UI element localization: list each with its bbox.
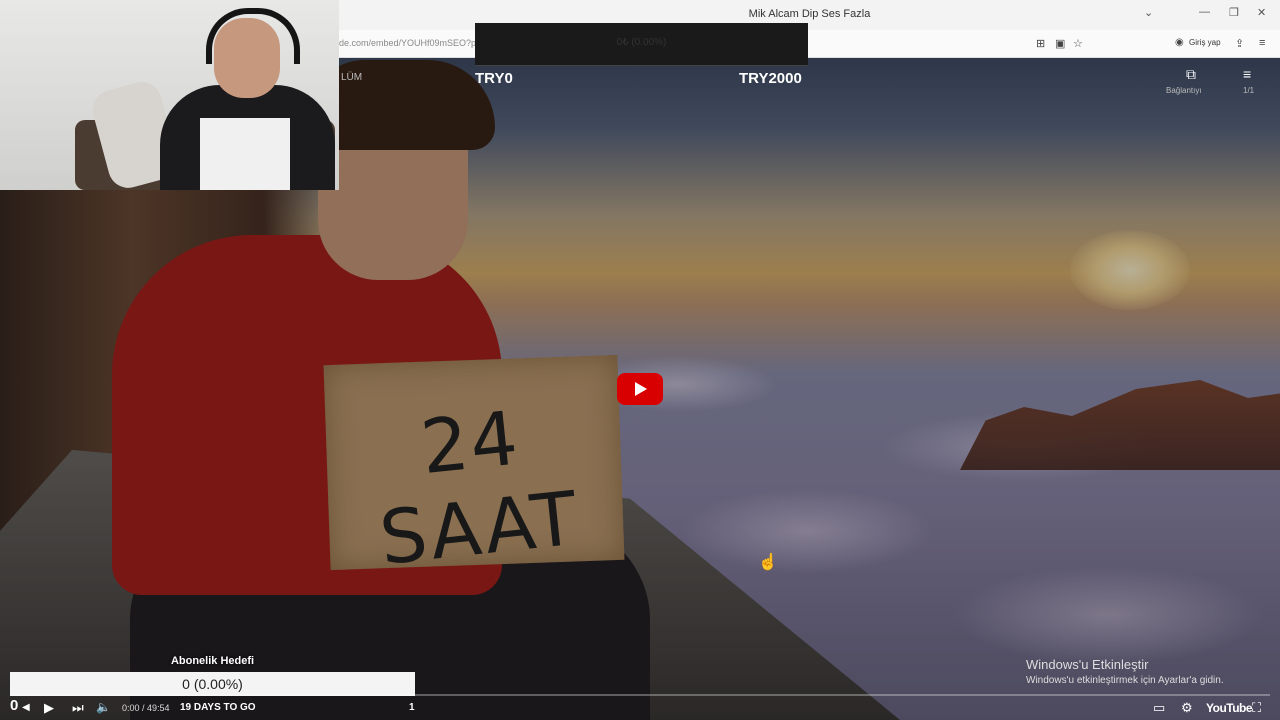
maximize-button[interactable]: ❐: [1229, 6, 1239, 19]
hand-cursor-icon: ☝: [758, 554, 778, 571]
goal-range-max: TRY2000: [739, 70, 802, 87]
star-icon[interactable]: ☆: [1073, 37, 1083, 50]
profile-icon[interactable]: ◉: [1175, 37, 1184, 48]
prev-icon[interactable]: ◀: [22, 702, 30, 713]
subscription-goal-value: 0 (0.00%): [182, 676, 243, 692]
dropdown-icon[interactable]: ⌄: [1144, 6, 1153, 19]
url-text[interactable]: de.com/embed/YOUHf09mSEO?p: [339, 38, 476, 48]
windows-activation-watermark: Windows'u Etkinleştir Windows'u etkinleş…: [1026, 657, 1224, 686]
playlist-icon[interactable]: ≡: [1243, 66, 1251, 82]
translate-icon[interactable]: ⊞: [1036, 37, 1045, 50]
webcam-overlay: [0, 0, 339, 190]
copy-link-icon[interactable]: ⧉: [1186, 66, 1196, 83]
video-title-fragment: LÜM: [341, 72, 363, 83]
headset-icon: [206, 8, 300, 64]
login-link[interactable]: Giriş yap: [1189, 38, 1221, 47]
reader-icon[interactable]: ▣: [1055, 37, 1065, 50]
countdown-text: 19 DAYS TO GO: [180, 702, 256, 713]
play-icon[interactable]: ▶: [44, 700, 54, 716]
activation-subtitle: Windows'u etkinleştirmek için Ayarlar'a …: [1026, 675, 1224, 686]
donation-goal-value: 0₺ (0.00%): [616, 37, 667, 48]
goal-range-min: TRY0: [475, 70, 513, 87]
next-icon[interactable]: ⏭: [72, 700, 84, 716]
settings-icon[interactable]: ⚙: [1181, 700, 1193, 716]
donation-goal-bar: 0₺ (0.00%): [475, 23, 808, 66]
volume-icon[interactable]: 🔈: [96, 700, 111, 714]
subtitles-icon[interactable]: ▭: [1153, 700, 1165, 716]
left-counter: 0: [10, 697, 19, 714]
minimize-button[interactable]: —: [1199, 6, 1210, 18]
time-display: 0:00 / 49:54: [122, 703, 170, 713]
fullscreen-icon[interactable]: ⛶: [1252, 700, 1261, 716]
player-controls: 0 ◀ ▶ ⏭ 🔈 0:00 / 49:54 19 DAYS TO GO 1 ▭…: [0, 692, 1280, 720]
copy-link-label[interactable]: Bağlantıyı: [1166, 86, 1202, 95]
counter-text: 1: [409, 702, 415, 713]
activation-title: Windows'u Etkinleştir: [1026, 657, 1149, 672]
youtube-logo[interactable]: YouTube: [1206, 701, 1253, 715]
playlist-count: 1/1: [1243, 86, 1255, 95]
play-button[interactable]: [617, 373, 663, 405]
menu-icon[interactable]: ≡: [1259, 37, 1265, 49]
webcam-jacket-stripe: [200, 118, 290, 190]
extensions-icon[interactable]: ⇪: [1235, 37, 1244, 50]
progress-bar[interactable]: [10, 694, 1270, 696]
close-button[interactable]: ✕: [1257, 6, 1266, 19]
window-title: Mik Alcam Dip Ses Fazla: [748, 8, 871, 20]
subscription-goal-title: Abonelik Hedefi: [170, 655, 255, 667]
